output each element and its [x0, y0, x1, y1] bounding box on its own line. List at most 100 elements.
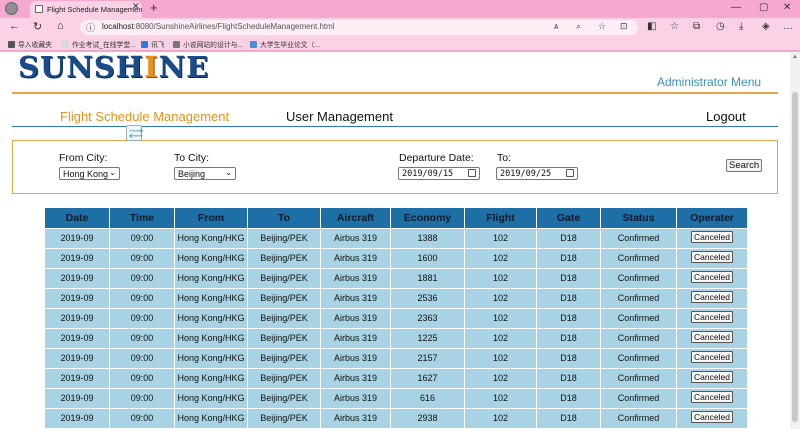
canceled-button[interactable]: Canceled [691, 251, 733, 263]
tab-user-management[interactable]: User Management [286, 109, 393, 124]
cell-flight-number: 102 [465, 409, 537, 428]
history-icon[interactable]: ◷ [716, 21, 725, 32]
column-header-aircraft: Aircraft [321, 208, 391, 228]
cell-to: Beijing/PEK [248, 249, 321, 268]
scroll-up-arrow-icon[interactable]: ▲ [792, 54, 798, 60]
canceled-button[interactable]: Canceled [691, 411, 733, 423]
cell-status: Confirmed [601, 269, 677, 288]
bookmark-item[interactable]: 大学生毕业论文（... [250, 39, 320, 49]
table-header-row: DateTimeFromToAircraftEconomy PriceFligh… [45, 208, 747, 244]
cell-status: Confirmed [601, 289, 677, 308]
downloads-icon[interactable]: ⤓ [739, 21, 743, 32]
from-city-select[interactable]: Hong Kong ⌄ [59, 167, 120, 180]
bookmark-favicon-icon [173, 41, 180, 48]
table-row: 2019-09 09:00 Hong Kong/HKG Beijing/PEK Airb… [45, 228, 747, 248]
cell-from: Hong Kong/HKG [175, 249, 248, 268]
cell-operater: Canceled [677, 409, 747, 428]
tab-close-icon[interactable]: ✕ [132, 1, 140, 12]
favorites-icon[interactable]: ☆ [670, 21, 679, 32]
departure-date-input[interactable]: 2019/09/15 [398, 167, 480, 180]
column-header-gate: Gate [537, 208, 601, 228]
bookmark-item[interactable]: 小说网站的设计与... [173, 39, 243, 49]
search-panel [12, 140, 778, 194]
cell-date: 2019-09 [45, 369, 110, 388]
to-date-label: To: [497, 152, 512, 164]
cell-time: 09:00 [110, 349, 175, 368]
page-favicon-icon [35, 5, 43, 13]
canceled-button[interactable]: Canceled [691, 291, 733, 303]
scrollbar-thumb[interactable] [792, 92, 798, 422]
table-row: 2019-09 09:00 Hong Kong/HKG Beijing/PEK Airb… [45, 288, 747, 308]
arrow-left-icon: ⟵ [129, 131, 144, 142]
favorite-star-icon[interactable]: ☆ [598, 21, 606, 32]
reload-icon[interactable]: ↻ [33, 20, 42, 33]
cell-from: Hong Kong/HKG [175, 349, 248, 368]
profile-avatar-icon[interactable] [5, 2, 18, 15]
search-button[interactable]: Search [726, 159, 763, 172]
cell-flight-number: 102 [465, 249, 537, 268]
browser-tab-bar: Flight Schedule Management ✕ + — ▢ ✕ [0, 0, 800, 18]
column-header-status: Status [601, 208, 677, 228]
cell-time: 09:00 [110, 289, 175, 308]
calendar-icon[interactable] [468, 169, 476, 177]
canceled-button[interactable]: Canceled [691, 331, 733, 343]
canceled-button[interactable]: Canceled [691, 351, 733, 363]
bookmark-item[interactable]: 作业考试_在线学堂... [62, 39, 136, 49]
more-menu-icon[interactable]: … [783, 21, 793, 32]
extensions-icon[interactable]: ⊡ [620, 21, 628, 32]
zoom-icon[interactable]: ⌕ [576, 21, 581, 32]
collections-icon[interactable]: ⧉ [693, 21, 700, 32]
split-screen-icon[interactable]: ◧ [647, 21, 656, 32]
new-tab-button[interactable]: + [150, 0, 158, 15]
cell-operater: Canceled [677, 309, 747, 328]
canceled-button[interactable]: Canceled [691, 311, 733, 323]
cell-economy-price: 1225 [391, 329, 465, 348]
cell-operater: Canceled [677, 289, 747, 308]
cell-economy-price: 2157 [391, 349, 465, 368]
minimize-icon[interactable]: — [731, 2, 741, 13]
cell-aircraft: Airbus 319 [321, 389, 391, 408]
close-window-icon[interactable]: ✕ [783, 2, 791, 13]
cell-economy-price: 2536 [391, 289, 465, 308]
cell-status: Confirmed [601, 329, 677, 348]
cell-flight-number: 102 [465, 389, 537, 408]
canceled-button[interactable]: Canceled [691, 231, 733, 243]
cell-gate: D18 [537, 409, 601, 428]
cell-aircraft: Airbus 319 [321, 409, 391, 428]
url-text[interactable]: localhost:8080/SunshineAirlines/FlightSc… [102, 22, 335, 31]
bookmark-item[interactable]: 讯飞 [141, 39, 165, 49]
swap-cities-button[interactable]: ⟶ ⟵ [126, 125, 144, 142]
table-row: 2019-09 09:00 Hong Kong/HKG Beijing/PEK Airb… [45, 268, 747, 288]
bookmark-folder-icon [8, 41, 15, 48]
canceled-button[interactable]: Canceled [691, 271, 733, 283]
address-bar[interactable]: ⓘ localhost:8080/SunshineAirlines/Flight… [80, 20, 638, 35]
site-info-icon[interactable]: ⓘ [86, 21, 95, 34]
to-city-select[interactable]: Beijing ⌄ [174, 167, 236, 180]
canceled-button[interactable]: Canceled [691, 391, 733, 403]
canceled-button[interactable]: Canceled [691, 371, 733, 383]
table-row: 2019-09 09:00 Hong Kong/HKG Beijing/PEK Airb… [45, 408, 747, 428]
cell-status: Confirmed [601, 309, 677, 328]
chevron-down-icon: ⌄ [109, 168, 116, 177]
browser-toolbar: ← ↻ ⌂ ⓘ localhost:8080/SunshineAirlines/… [0, 18, 800, 37]
page-scrollbar[interactable]: ▲ [790, 52, 800, 429]
copilot-icon[interactable]: ◈ [762, 21, 770, 32]
cell-economy-price: 1881 [391, 269, 465, 288]
browser-tab-active[interactable]: Flight Schedule Management [30, 1, 142, 18]
maximize-icon[interactable]: ▢ [759, 2, 768, 13]
cell-gate: D18 [537, 389, 601, 408]
to-date-input[interactable]: 2019/09/25 [496, 167, 578, 180]
cell-flight-number: 102 [465, 309, 537, 328]
logout-link[interactable]: Logout [706, 109, 746, 124]
administrator-menu-link[interactable]: Administrator Menu [657, 75, 761, 89]
calendar-icon[interactable] [566, 169, 574, 177]
bookmark-item[interactable]: 导入收藏夹 [8, 39, 52, 49]
tab-flight-schedule-management[interactable]: Flight Schedule Management [60, 109, 229, 124]
cell-flight-number: 102 [465, 329, 537, 348]
back-arrow-icon[interactable]: ← [9, 20, 20, 32]
cell-operater: Canceled [677, 389, 747, 408]
read-aloud-icon[interactable]: ᴀ [554, 21, 558, 31]
cell-flight-number: 102 [465, 289, 537, 308]
home-icon[interactable]: ⌂ [57, 20, 64, 32]
cell-date: 2019-09 [45, 269, 110, 288]
